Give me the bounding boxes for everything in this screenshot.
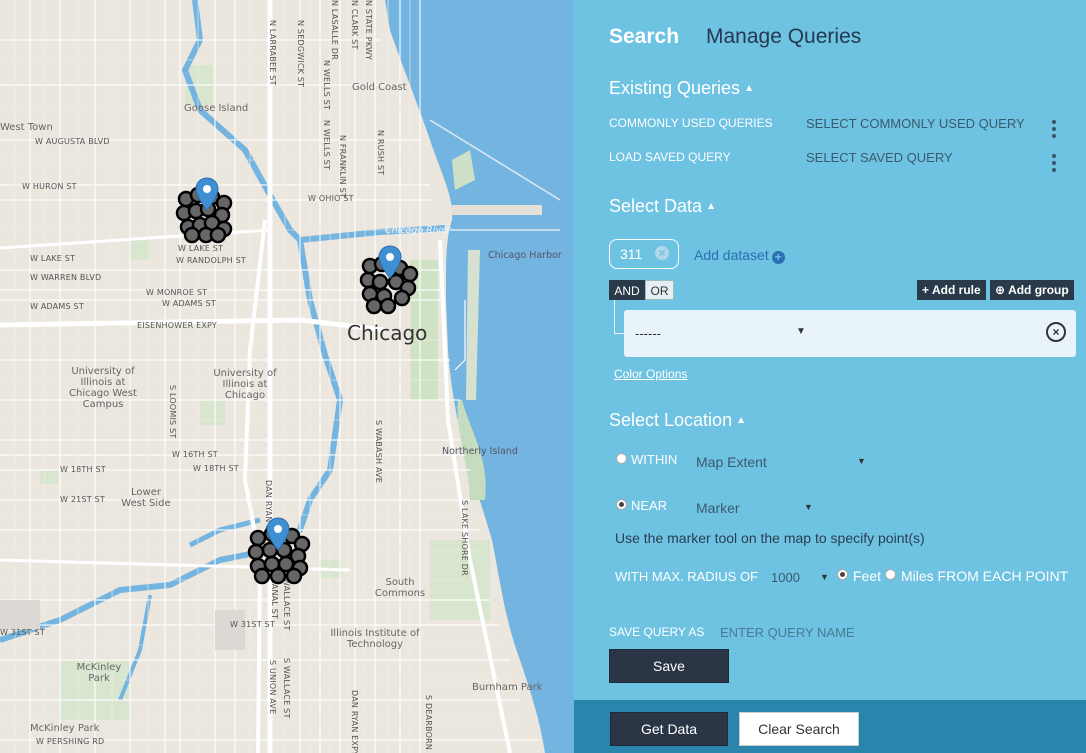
miles-label: Miles FROM EACH POINT bbox=[901, 568, 1069, 584]
color-options-link[interactable]: Color Options bbox=[614, 367, 687, 381]
get-data-button[interactable]: Get Data bbox=[610, 712, 728, 746]
existing-queries-header[interactable]: Existing Queries ▲ bbox=[609, 78, 754, 99]
map[interactable]: Goose Island Gold Coast West Town Chicag… bbox=[0, 0, 574, 753]
select-data-header[interactable]: Select Data ▲ bbox=[609, 196, 716, 217]
add-dataset-label: Add dataset bbox=[694, 247, 769, 263]
map-marker-icon[interactable] bbox=[195, 177, 219, 211]
feet-radio[interactable] bbox=[837, 569, 848, 580]
plus-icon: + bbox=[922, 283, 930, 297]
select-location-header[interactable]: Select Location ▲ bbox=[609, 410, 746, 431]
near-radio[interactable] bbox=[616, 499, 627, 510]
map-base bbox=[0, 0, 574, 753]
within-select[interactable]: Map Extent bbox=[696, 454, 767, 470]
clear-search-button[interactable]: Clear Search bbox=[739, 712, 859, 746]
select-data-title: Select Data bbox=[609, 196, 703, 216]
plus-circle-icon: + bbox=[771, 251, 785, 264]
caret-up-icon: ▲ bbox=[706, 201, 716, 212]
saved-query-label: LOAD SAVED QUERY bbox=[609, 150, 731, 164]
kebab-icon[interactable] bbox=[1052, 120, 1056, 141]
caret-up-icon: ▲ bbox=[744, 83, 754, 94]
chevron-down-icon[interactable]: ▼ bbox=[857, 456, 866, 466]
commonly-used-select[interactable]: SELECT COMMONLY USED QUERY bbox=[806, 116, 1025, 131]
close-circle-icon[interactable]: × bbox=[1046, 322, 1066, 342]
chevron-down-icon[interactable]: ▼ bbox=[820, 572, 829, 582]
map-marker-icon[interactable] bbox=[266, 517, 290, 551]
map-marker-icon[interactable] bbox=[378, 245, 402, 279]
plus-circle-icon: ⊕ bbox=[995, 283, 1006, 297]
close-circle-icon[interactable]: × bbox=[655, 246, 669, 260]
select-location-title: Select Location bbox=[609, 410, 733, 430]
add-group-button[interactable]: ⊕ Add group bbox=[990, 280, 1074, 300]
marker-hint: Use the marker tool on the map to specif… bbox=[615, 530, 925, 546]
existing-queries-title: Existing Queries bbox=[609, 78, 741, 98]
add-dataset-link[interactable]: Add dataset + bbox=[694, 247, 785, 264]
radius-select[interactable]: 1000 bbox=[771, 570, 800, 585]
near-select[interactable]: Marker bbox=[696, 500, 740, 516]
save-query-label: SAVE QUERY AS bbox=[609, 625, 705, 639]
feet-label: Feet bbox=[853, 568, 882, 584]
save-button[interactable]: Save bbox=[609, 649, 729, 683]
tab-manage-queries[interactable]: Manage Queries bbox=[706, 25, 861, 49]
miles-radio[interactable] bbox=[885, 569, 896, 580]
query-panel: Search Manage Queries Existing Queries ▲ … bbox=[574, 0, 1086, 753]
rule-connector bbox=[614, 300, 624, 334]
query-name-input[interactable]: ENTER QUERY NAME bbox=[720, 625, 855, 640]
add-rule-button[interactable]: + Add rule bbox=[917, 280, 986, 300]
tab-search[interactable]: Search bbox=[609, 25, 679, 49]
add-group-label: Add group bbox=[1008, 283, 1069, 297]
dataset-chip: 311 × bbox=[609, 239, 679, 269]
chevron-down-icon[interactable]: ▼ bbox=[804, 502, 813, 512]
panel-footer: Get Data Clear Search bbox=[574, 700, 1086, 753]
within-radio[interactable] bbox=[616, 453, 627, 464]
commonly-used-label: COMMONLY USED QUERIES bbox=[609, 116, 773, 130]
and-toggle[interactable]: AND bbox=[609, 280, 645, 300]
saved-query-select[interactable]: SELECT SAVED QUERY bbox=[806, 150, 953, 165]
near-label: NEAR bbox=[631, 498, 668, 513]
add-rule-label: Add rule bbox=[932, 283, 981, 297]
chevron-down-icon[interactable]: ▼ bbox=[796, 326, 806, 337]
or-toggle[interactable]: OR bbox=[645, 280, 674, 300]
dataset-chip-label: 311 bbox=[620, 246, 643, 262]
within-label: WITHIN bbox=[631, 452, 678, 467]
kebab-icon[interactable] bbox=[1052, 154, 1056, 175]
rule-row: ------ ▼ × bbox=[624, 310, 1076, 357]
radius-label: WITH MAX. RADIUS OF bbox=[615, 569, 758, 584]
rule-field-select[interactable]: ------ bbox=[635, 326, 661, 341]
caret-up-icon: ▲ bbox=[736, 415, 746, 426]
